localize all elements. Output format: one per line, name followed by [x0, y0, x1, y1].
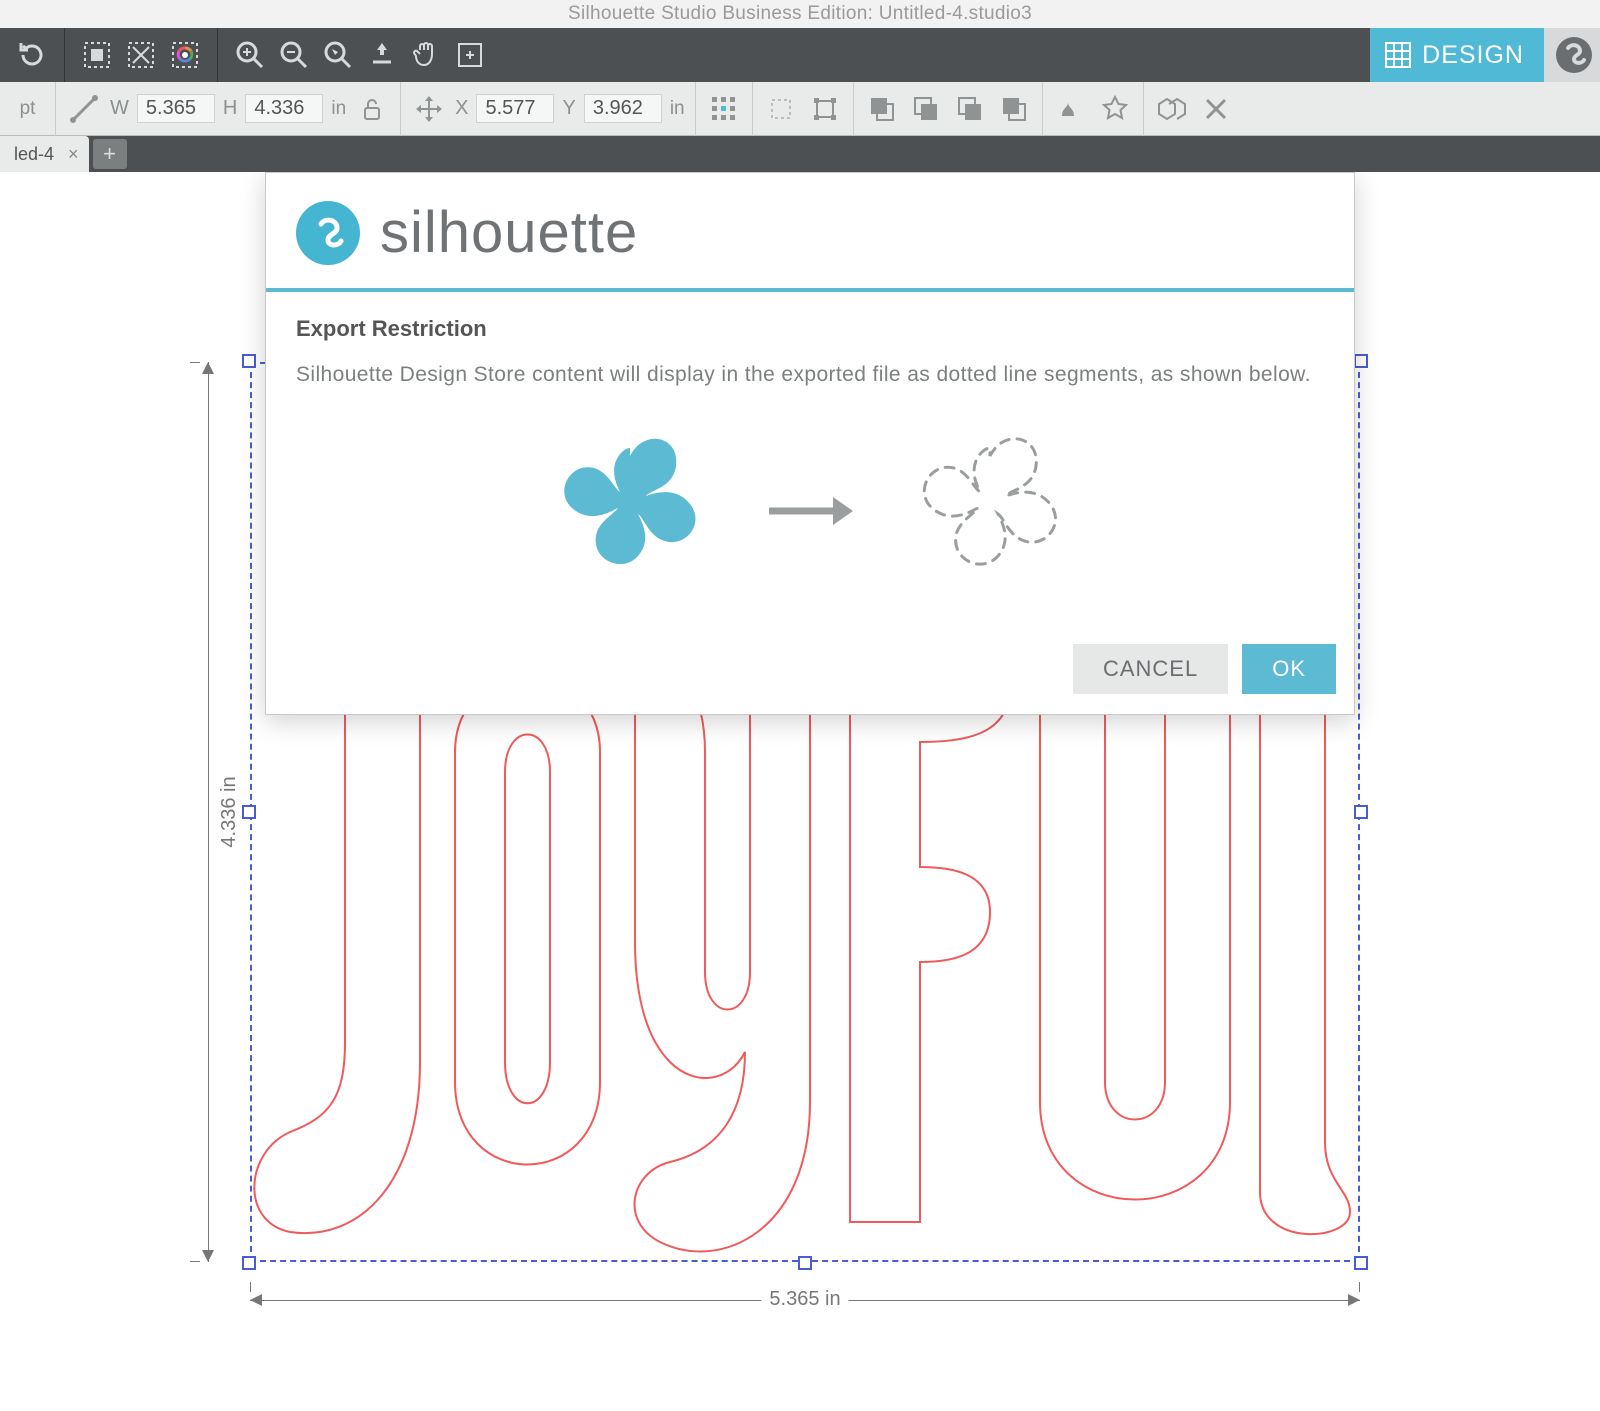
- export-restriction-dialog: silhouette Export Restriction Silhouette…: [265, 172, 1355, 715]
- dialog-body: Export Restriction Silhouette Design Sto…: [266, 292, 1354, 638]
- height-value[interactable]: 4.336: [245, 94, 323, 123]
- position-unit: in: [670, 98, 685, 120]
- dimension-height-label: 4.336 in: [218, 768, 241, 855]
- align-panel-icon[interactable]: [706, 91, 742, 127]
- x-value[interactable]: 5.577: [476, 94, 554, 123]
- silhouette-logo-icon: [296, 201, 360, 265]
- transform-icon[interactable]: [807, 91, 843, 127]
- deselect-icon[interactable]: [123, 37, 159, 73]
- send-back-icon[interactable]: [996, 91, 1032, 127]
- size-unit: in: [331, 98, 346, 120]
- y-label: Y: [562, 97, 575, 120]
- select-all-icon[interactable]: [79, 37, 115, 73]
- document-tab[interactable]: led-4 ×: [0, 136, 89, 172]
- resize-handle-bm[interactable]: [798, 1256, 812, 1270]
- dimension-horizontal: 5.365 in: [250, 1282, 1360, 1322]
- design-mode-tab[interactable]: DESIGN: [1370, 28, 1544, 82]
- zoom-out-icon[interactable]: [276, 37, 312, 73]
- zoom-in-icon[interactable]: [232, 37, 268, 73]
- window-title: Silhouette Studio Business Edition: Unti…: [568, 3, 1032, 24]
- resize-handle-tl[interactable]: [242, 354, 256, 368]
- canvas[interactable]: 5.365 in 4.336 in silhouette Export Rest…: [0, 172, 1600, 1411]
- document-tab-name: led-4: [14, 144, 54, 165]
- width-label: W: [110, 97, 129, 120]
- window-titlebar: Silhouette Studio Business Edition: Unti…: [0, 0, 1600, 28]
- cancel-button[interactable]: CANCEL: [1073, 644, 1228, 694]
- dimension-vertical: 4.336 in: [190, 362, 230, 1262]
- x-label: X: [455, 97, 468, 120]
- plus-icon: +: [103, 141, 116, 167]
- width-value[interactable]: 5.365: [137, 94, 215, 123]
- design-mode-label: DESIGN: [1422, 41, 1524, 70]
- arrow-right-icon: [765, 491, 855, 531]
- brand-logo-icon: [1544, 28, 1600, 82]
- star-icon[interactable]: [1097, 91, 1133, 127]
- line-weight-unit: pt: [20, 98, 36, 120]
- weld-icon[interactable]: [1053, 91, 1089, 127]
- resize-handle-ml[interactable]: [242, 805, 256, 819]
- close-panel-icon[interactable]: [1198, 91, 1234, 127]
- dialog-footer: CANCEL OK: [266, 638, 1354, 714]
- color-picker-icon[interactable]: [167, 37, 203, 73]
- crop-icon[interactable]: [763, 91, 799, 127]
- new-tab-button[interactable]: +: [93, 139, 127, 169]
- fit-page-icon[interactable]: [452, 37, 488, 73]
- document-tabs: led-4 × +: [0, 136, 1600, 172]
- flower-solid-icon: [545, 426, 715, 596]
- dimension-width-label: 5.365 in: [761, 1288, 848, 1311]
- main-toolbar: DESIGN: [0, 28, 1600, 82]
- dialog-illustration: [296, 390, 1324, 626]
- ok-button[interactable]: OK: [1242, 644, 1336, 694]
- bring-front-icon[interactable]: [864, 91, 900, 127]
- pan-icon[interactable]: [408, 37, 444, 73]
- dialog-message: Silhouette Design Store content will dis…: [296, 360, 1324, 390]
- flower-dashed-icon: [905, 426, 1075, 596]
- resize-handle-br[interactable]: [1354, 1256, 1368, 1270]
- zoom-selection-icon[interactable]: [320, 37, 356, 73]
- resize-handle-bl[interactable]: [242, 1256, 256, 1270]
- line-tool-icon[interactable]: [66, 91, 102, 127]
- send-backward-icon[interactable]: [952, 91, 988, 127]
- move-icon[interactable]: [411, 91, 447, 127]
- dialog-header: silhouette: [266, 173, 1354, 292]
- dialog-title: Export Restriction: [296, 316, 1324, 342]
- height-label: H: [223, 97, 237, 120]
- mode-tabs: DESIGN: [1370, 28, 1600, 82]
- close-tab-icon[interactable]: ×: [68, 144, 79, 165]
- resize-handle-tr[interactable]: [1354, 354, 1368, 368]
- resize-handle-mr[interactable]: [1354, 805, 1368, 819]
- 3d-icon[interactable]: [1154, 91, 1190, 127]
- redo-icon[interactable]: [14, 37, 50, 73]
- zoom-drag-icon[interactable]: [364, 37, 400, 73]
- properties-toolbar: pt W 5.365 H 4.336 in X 5.577 Y 3.962 in: [0, 82, 1600, 136]
- dialog-brand: silhouette: [380, 199, 638, 266]
- grid-icon: [1384, 41, 1412, 69]
- y-value[interactable]: 3.962: [584, 94, 662, 123]
- lock-aspect-icon[interactable]: [354, 91, 390, 127]
- bring-forward-icon[interactable]: [908, 91, 944, 127]
